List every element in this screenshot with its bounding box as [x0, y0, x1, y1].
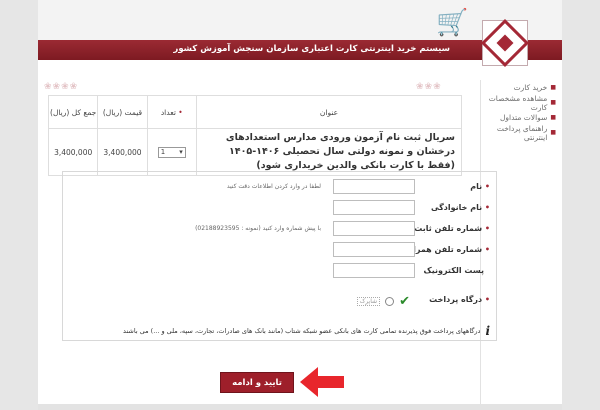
sidebar-item-label: سوالات متداول: [499, 113, 548, 122]
email-row: پست الکترونیک: [61, 263, 496, 281]
mobile-field[interactable]: [333, 242, 415, 257]
arrow-left-icon: [300, 367, 344, 397]
bullet-icon: ■: [550, 114, 556, 121]
gateway-radio[interactable]: [385, 297, 395, 306]
gateway-label: • درگاه پرداخت: [429, 295, 490, 304]
cart-table: عنوان • تعداد قیمت (ریال) جمع کل (ریال) …: [47, 95, 463, 176]
mobile-row: • شماره تلفن همراه: [61, 242, 496, 260]
page: 🛒 ❀❀❀❀ ❀❀❀ سیستم خرید اینترنتی کارت اعتب…: [38, 0, 562, 410]
bullet-icon: ■: [550, 99, 556, 106]
sidebar-item-view-card[interactable]: ■ مشاهده مشخصات کارت: [481, 93, 562, 112]
gateway-row: • درگاه پرداخت: [61, 292, 496, 310]
sidebar-item-payment-guide[interactable]: ■ راهنمای پرداخت اینترنتی: [481, 123, 562, 142]
first-name-field[interactable]: [333, 179, 415, 194]
total-cell: 3,400,000: [47, 128, 99, 176]
confirm-continue-button[interactable]: تایید و ادامه: [220, 372, 294, 393]
buyer-form: • نام لطفا در وارد کردن اطلاعات دقت کنید…: [62, 171, 497, 341]
bullet-icon: ■: [550, 84, 556, 91]
email-field[interactable]: [333, 263, 415, 278]
column-header-total: جمع کل (ریال): [47, 95, 99, 129]
column-header-price: قیمت (ریال): [97, 95, 148, 129]
last-name-field[interactable]: [333, 200, 415, 215]
mobile-label: • شماره تلفن همراه: [408, 245, 490, 254]
landline-row: • شماره تلفن ثابت با پیش شماره وارد کنید…: [61, 221, 496, 239]
gateway-note-text: درگاههای پرداخت فوق پذیرنده تمامی کارت ه…: [123, 327, 481, 335]
logo-emblem-icon: [480, 18, 530, 68]
column-header-title: عنوان: [195, 95, 463, 129]
landline-hint: با پیش شماره وارد کنید (نمونه : 02188923…: [195, 225, 321, 232]
first-name-hint: لطفا در وارد کردن اطلاعات دقت کنید: [226, 183, 321, 190]
cart-section: عنوان • تعداد قیمت (ریال) جمع کل (ریال) …: [47, 95, 463, 176]
column-header-quantity: • تعداد: [146, 95, 197, 129]
quantity-select[interactable]: 1 ▾: [157, 146, 186, 158]
info-icon: i: [485, 324, 490, 338]
last-name-row: • نام خانوادگی: [61, 200, 496, 218]
gateway-note: i درگاههای پرداخت فوق پذیرنده تمامی کارت…: [123, 324, 490, 338]
organization-logo[interactable]: [480, 18, 530, 68]
chevron-down-icon: ▾: [179, 148, 183, 156]
shopping-cart-icon: 🛒: [436, 8, 469, 38]
first-name-row: • نام لطفا در وارد کردن اطلاعات دقت کنید: [61, 179, 496, 197]
landline-label: • شماره تلفن ثابت: [414, 224, 490, 233]
last-name-label: • نام خانوادگی: [431, 203, 490, 212]
gateway-option[interactable]: ✔ شاپرک: [356, 294, 410, 309]
bullet-icon: ■: [550, 129, 556, 136]
shaparak-logo: شاپرک: [356, 297, 381, 306]
price-cell: 3,400,000: [97, 128, 148, 176]
cart-item-title: سریال ثبت نام آزمون ورودی مدارس استعداده…: [195, 128, 463, 176]
sidebar-item-label: مشاهده مشخصات کارت: [488, 93, 548, 112]
table-row: سریال ثبت نام آزمون ورودی مدارس استعداده…: [47, 128, 463, 176]
landline-field[interactable]: [333, 221, 415, 236]
sidebar-item-label: خرید کارت: [513, 83, 548, 92]
quantity-cell: 1 ▾: [146, 128, 197, 176]
table-header-row: عنوان • تعداد قیمت (ریال) جمع کل (ریال): [47, 95, 463, 129]
check-icon: ✔: [399, 294, 410, 309]
first-name-label: • نام: [470, 182, 490, 191]
sidebar-item-label: راهنمای پرداخت اینترنتی: [496, 123, 548, 142]
site-title: سیستم خرید اینترنتی کارت اعتباری سازمان …: [173, 44, 450, 54]
footer-bar: [38, 404, 562, 410]
email-label: پست الکترونیک: [423, 266, 484, 275]
